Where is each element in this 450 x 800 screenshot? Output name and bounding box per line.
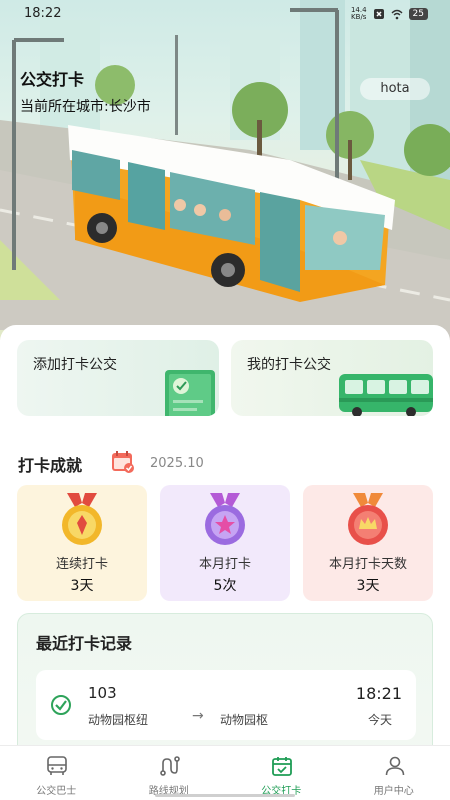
- my-checkin-bus-button[interactable]: 我的打卡公交: [231, 340, 433, 416]
- green-bus-icon: [339, 374, 433, 416]
- recent-records-title: 最近打卡记录: [36, 634, 133, 653]
- page-title: 公交打卡: [20, 70, 85, 89]
- clipboard-check-icon: [165, 370, 215, 416]
- achievements-title: 打卡成就: [18, 456, 83, 475]
- achievement-value: 3天: [356, 578, 380, 594]
- add-checkin-bus-label: 添加打卡公交: [33, 357, 117, 373]
- nav-bus[interactable]: 公交巴士: [0, 746, 113, 800]
- home-indicator: [155, 794, 295, 797]
- bus-icon: [47, 756, 67, 775]
- add-checkin-bus-button[interactable]: 添加打卡公交: [17, 340, 219, 416]
- sim-icon: [373, 9, 384, 19]
- gold-medal-icon: [62, 493, 102, 545]
- achievement-label: 本月打卡天数: [328, 557, 407, 572]
- nav-user[interactable]: 用户中心: [338, 746, 450, 800]
- status-bar: 18:22 14.4 KB/s 25: [0, 0, 450, 28]
- wifi-icon: [391, 9, 403, 20]
- achievement-monthly-days: 本月打卡天数 3天: [303, 485, 433, 601]
- arrow-right-icon: →: [192, 708, 204, 724]
- my-checkin-bus-label: 我的打卡公交: [247, 357, 331, 373]
- nav-label: 公交巴士: [36, 786, 77, 797]
- current-city: 当前所在城市:长沙市: [20, 99, 151, 115]
- achievement-label: 本月打卡: [198, 557, 251, 572]
- bottom-nav: 公交巴士 路线规划 公交打卡 用户中心: [0, 745, 450, 800]
- battery-icon: 25: [408, 8, 428, 20]
- nav-label: 用户中心: [373, 786, 414, 797]
- achievement-label: 连续打卡: [55, 557, 108, 572]
- red-medal-icon: [348, 493, 388, 545]
- record-item[interactable]: 103 动物园枢纽 → 动物园枢 18:21 今天: [36, 670, 416, 740]
- user-icon: [385, 756, 404, 776]
- calendar-icon: [112, 451, 134, 473]
- hero-banner: [0, 0, 450, 340]
- check-circle-icon: [51, 695, 71, 715]
- calendar-check-icon: [272, 757, 292, 776]
- achievement-value: 5次: [213, 578, 237, 594]
- record-day: 今天: [367, 713, 392, 727]
- user-badge[interactable]: hota: [360, 78, 430, 100]
- recent-records-card: 最近打卡记录 103 动物园枢纽 → 动物园枢 18:21 今天: [17, 613, 433, 763]
- record-time: 18:21: [355, 684, 402, 703]
- achievement-monthly-count: 本月打卡 5次: [160, 485, 290, 601]
- record-to-stop: 动物园枢: [220, 713, 269, 727]
- achievement-value: 3天: [70, 578, 94, 594]
- purple-medal-icon: [205, 493, 245, 545]
- record-line-number: 103: [88, 684, 117, 702]
- route-icon: [159, 756, 180, 776]
- bus-illustration: [0, 0, 450, 340]
- nav-route[interactable]: 路线规划: [113, 746, 226, 800]
- nav-checkin[interactable]: 公交打卡: [225, 746, 338, 800]
- status-time: 18:22: [24, 6, 62, 21]
- network-speed: 14.4 KB/s: [350, 6, 367, 21]
- achievements-date: 2025.10: [150, 456, 204, 471]
- record-from-stop: 动物园枢纽: [88, 713, 149, 727]
- achievement-streak: 连续打卡 3天: [17, 485, 147, 601]
